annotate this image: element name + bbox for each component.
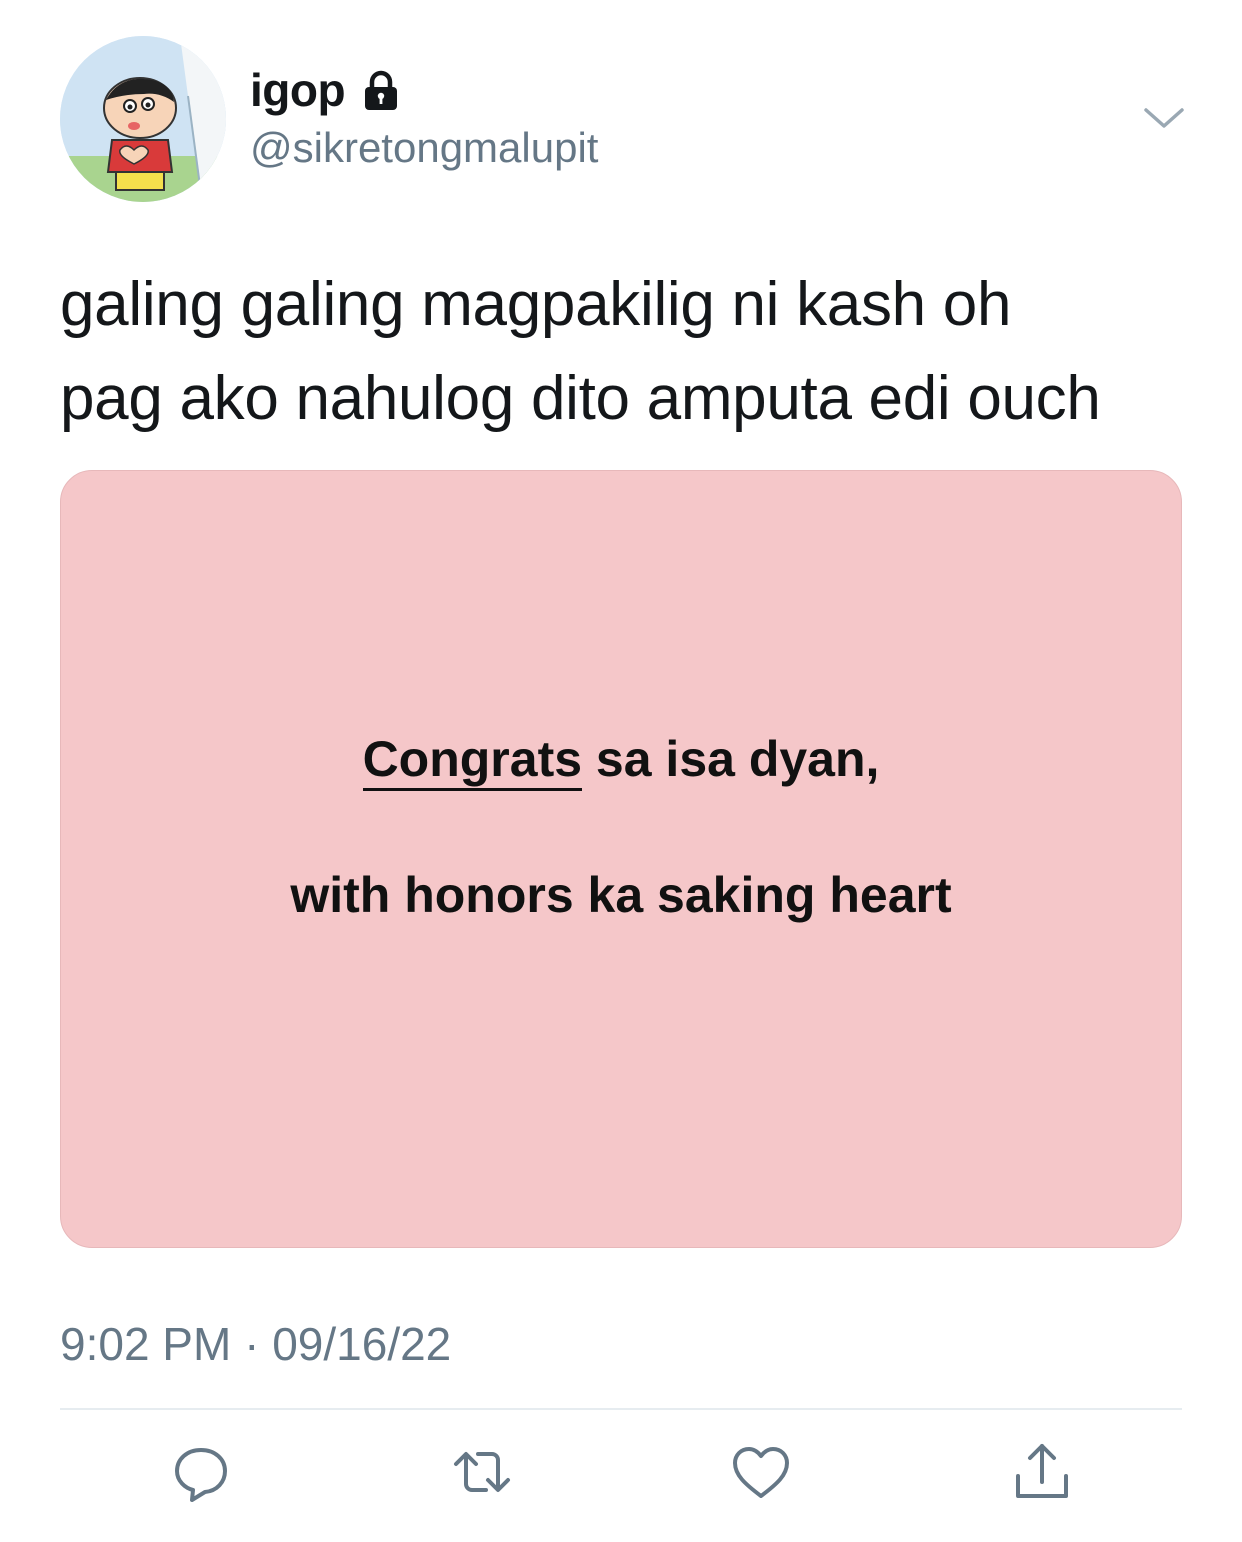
tweet-timestamp[interactable]: 9:02 PM · 09/16/22 <box>60 1316 451 1372</box>
divider <box>60 1408 1182 1410</box>
display-name[interactable]: igop <box>250 62 346 118</box>
retweet-icon[interactable] <box>446 1436 518 1508</box>
media-underlined-word: Congrats <box>362 731 583 791</box>
heart-icon[interactable] <box>725 1436 797 1508</box>
media-caption-rest: sa isa dyan, <box>582 731 880 787</box>
tweet-media-image[interactable]: Congrats sa isa dyan, with honors ka sak… <box>60 470 1182 1248</box>
tweet-card: igop @sikretongmalupit galing galing mag… <box>0 0 1242 1542</box>
avatar[interactable] <box>60 36 226 202</box>
lock-icon <box>359 68 403 112</box>
name-row: igop <box>250 62 403 118</box>
share-icon[interactable] <box>1006 1436 1078 1508</box>
media-caption-line2: with honors ka saking heart <box>290 867 952 923</box>
tweet-time: 9:02 PM <box>60 1318 232 1370</box>
reply-icon[interactable] <box>165 1436 237 1508</box>
tweet-text: galing galing magpakilig ni kash oh pag … <box>60 258 1210 446</box>
timestamp-separator: · <box>244 1318 260 1370</box>
tweet-date: 09/16/22 <box>272 1318 452 1370</box>
media-caption-line1: Congrats sa isa dyan, <box>61 729 1181 791</box>
chevron-down-icon[interactable] <box>1142 100 1186 136</box>
tweet-action-bar <box>0 1436 1242 1516</box>
user-handle[interactable]: @sikretongmalupit <box>250 122 598 174</box>
tweet-text-line: galing galing magpakilig ni kash oh <box>60 270 1012 339</box>
tweet-text-line: pag ako nahulog dito amputa edi ouch <box>60 364 1101 433</box>
